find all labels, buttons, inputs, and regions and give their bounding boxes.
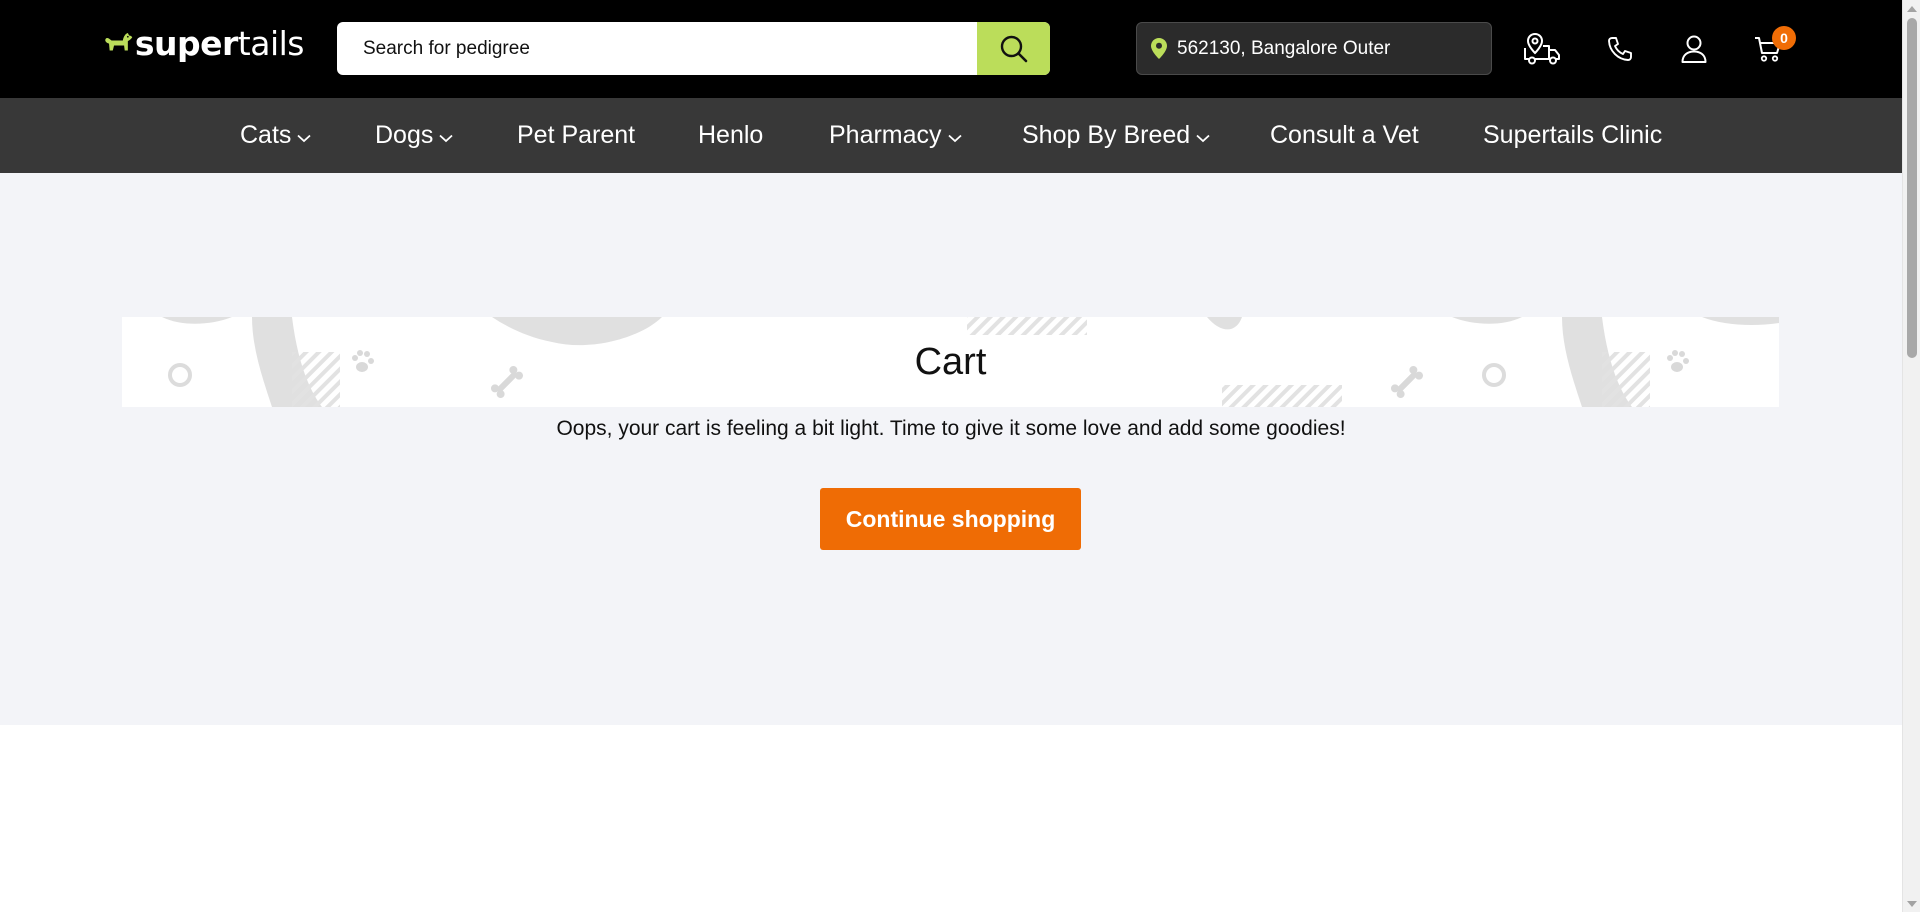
site-header: supertails 562130, Bangalore Outer (0, 0, 1902, 98)
nav-item-cats[interactable]: Cats (240, 98, 312, 173)
phone-icon (1608, 37, 1632, 61)
delivery-truck-icon (1524, 32, 1560, 65)
chevron-down-icon (439, 134, 453, 143)
search-button[interactable] (977, 22, 1050, 75)
nav-item-label: Pet Parent (517, 121, 636, 149)
supertails-logo[interactable]: supertails (104, 18, 305, 68)
nav-item-label: Pharmacy (829, 121, 942, 149)
nav-item-label: Consult a Vet (1270, 121, 1419, 149)
nav-item-supertails-clinic[interactable]: Supertails Clinic (1483, 98, 1662, 173)
logo-wordmark: supertails (134, 23, 305, 63)
cart-button[interactable]: 0 (1748, 26, 1796, 68)
map-pin-icon (1151, 38, 1167, 59)
nav-item-shop-by-breed[interactable]: Shop By Breed (1022, 98, 1210, 173)
page-scrollbar[interactable] (1902, 0, 1920, 912)
nav-item-pet-parent[interactable]: Pet Parent (517, 98, 635, 173)
cart-page: Cart Oops, your cart is feeling a bit li… (0, 173, 1902, 725)
chevron-down-icon (1196, 134, 1210, 143)
search-bar (337, 22, 1050, 75)
delivery-tracking-button[interactable] (1522, 30, 1562, 68)
cart-count-badge: 0 (1772, 26, 1796, 50)
call-button[interactable] (1600, 30, 1640, 68)
nav-item-label: Shop By Breed (1022, 121, 1191, 149)
scroll-down-arrow-icon[interactable] (1903, 896, 1920, 912)
location-text: 562130, Bangalore Outer (1177, 37, 1391, 59)
chevron-down-icon (297, 134, 312, 143)
cart-banner: Cart (122, 317, 1779, 407)
dog-logo-icon (105, 32, 133, 51)
empty-cart-message: Oops, your cart is feeling a bit light. … (556, 417, 1346, 440)
nav-item-label: Supertails Clinic (1483, 121, 1663, 149)
user-icon (1681, 35, 1707, 63)
nav-item-henlo[interactable]: Henlo (698, 98, 763, 173)
nav-item-label: Henlo (698, 121, 764, 149)
scrollbar-thumb[interactable] (1907, 18, 1917, 358)
scroll-up-arrow-icon[interactable] (1903, 0, 1920, 16)
page-title: Cart (914, 340, 987, 383)
main-nav: Cats Dogs Pet Parent Henlo Pharmacy Shop… (0, 98, 1902, 173)
location-selector[interactable]: 562130, Bangalore Outer (1136, 22, 1492, 75)
chevron-down-icon (947, 134, 962, 143)
search-icon (1000, 35, 1027, 62)
nav-item-pharmacy[interactable]: Pharmacy (829, 98, 962, 173)
nav-item-label: Cats (240, 121, 292, 149)
search-input[interactable] (337, 22, 977, 75)
nav-item-label: Dogs (375, 121, 434, 149)
continue-shopping-button[interactable]: Continue shopping (820, 488, 1081, 550)
nav-item-dogs[interactable]: Dogs (375, 98, 453, 173)
nav-item-consult-a-vet[interactable]: Consult a Vet (1270, 98, 1419, 173)
account-button[interactable] (1674, 30, 1714, 68)
